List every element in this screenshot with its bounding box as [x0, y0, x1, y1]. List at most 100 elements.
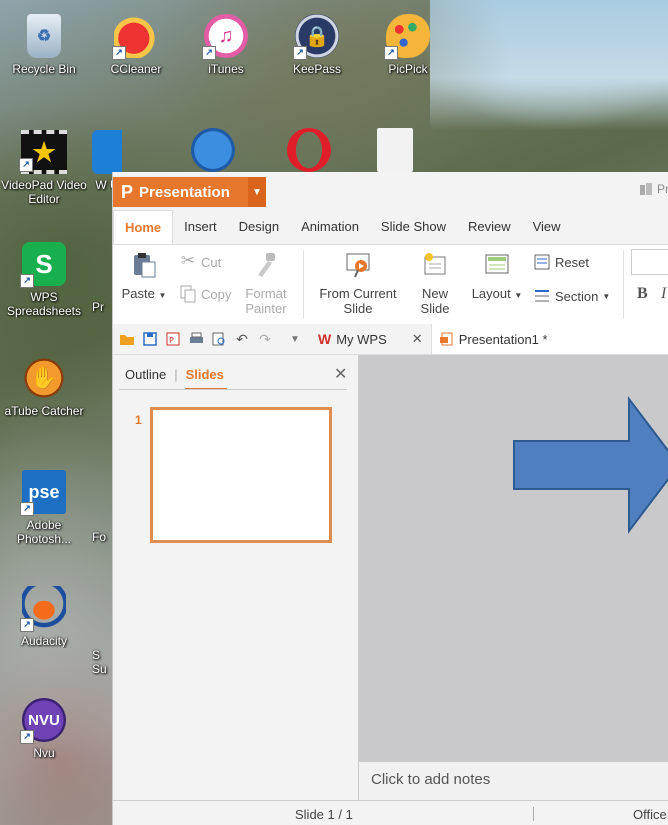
tab-presentation1-label: Presentation1 *	[458, 331, 548, 347]
app-menu-button[interactable]: P Presentation ▼	[113, 177, 266, 207]
paintbrush-icon	[258, 253, 275, 277]
desktop-icon-partial-su[interactable]: S Su	[92, 644, 112, 676]
tab-home[interactable]: Home	[113, 210, 174, 244]
desktop-icon-nvu[interactable]: NVU ↗ Nvu	[1, 698, 87, 760]
desktop-icon-label: Audacity	[20, 634, 68, 648]
wps-presentation-window: P Presentation ▼ Pr Home Insert Design A…	[112, 172, 668, 825]
copy-button[interactable]: Copy	[179, 285, 231, 303]
title-bar: P Presentation ▼ Pr	[113, 172, 668, 210]
desktop-icon-videopad[interactable]: ★ ↗ VideoPad Video Editor	[1, 130, 87, 206]
paste-button[interactable]: Paste ▼	[119, 251, 169, 303]
tab-outline[interactable]: Outline	[125, 367, 166, 382]
title-right: Pr	[639, 182, 668, 196]
wps-spreadsheets-icon: S ↗	[20, 242, 66, 288]
presentation-file-icon	[439, 332, 453, 346]
videopad-star-icon: ★ ↗	[19, 130, 67, 174]
italic-button[interactable]: I	[661, 285, 666, 303]
print-preview-icon[interactable]	[210, 330, 228, 348]
slide-editor-canvas[interactable]	[359, 355, 668, 765]
desktop-icon-keepass[interactable]: 🔒 ↗ KeePass	[274, 14, 360, 76]
tab-slide-show[interactable]: Slide Show	[370, 210, 457, 244]
slide-thumbnail[interactable]	[150, 407, 332, 543]
bird-icon	[191, 128, 235, 172]
font-name-select[interactable]	[631, 249, 668, 275]
undo-icon[interactable]: ↶	[233, 330, 251, 348]
close-panel-icon[interactable]: ✕	[334, 364, 347, 384]
app-menu-dropdown-icon[interactable]: ▼	[248, 177, 266, 207]
photoshop-elements-icon: pse ↗	[20, 470, 66, 516]
copy-label: Copy	[201, 286, 232, 302]
desktop-icon-label: Pr	[92, 300, 104, 314]
desktop-icon-opera[interactable]	[274, 128, 344, 172]
tab-animation[interactable]: Animation	[290, 210, 370, 244]
section-dropdown-icon[interactable]: ▼	[602, 289, 610, 304]
tab-review[interactable]: Review	[457, 210, 522, 244]
recycle-bin-icon: ♻	[27, 14, 61, 58]
desktop-icon-itunes[interactable]: ♫ ↗ iTunes	[183, 14, 269, 76]
reset-button[interactable]: Reset	[533, 253, 589, 271]
itunes-icon: ♫ ↗	[202, 14, 248, 60]
desktop-icon-label: Adobe Photosh...	[16, 518, 72, 546]
print-icon[interactable]	[187, 330, 205, 348]
ribbon-separator	[303, 251, 304, 319]
paste-icon	[134, 253, 156, 278]
desktop-icon-recycle-bin[interactable]: ♻ Recycle Bin	[1, 14, 87, 76]
desktop-icon-thunderbird[interactable]	[183, 128, 243, 172]
desktop-icon-audacity[interactable]: ↗ Audacity	[1, 586, 87, 648]
save-icon[interactable]	[141, 330, 159, 348]
layout-icon	[485, 254, 509, 274]
redo-icon[interactable]: ↷	[256, 330, 274, 348]
paste-dropdown-icon[interactable]: ▼	[158, 291, 166, 300]
desktop-icon-label: aTube Catcher	[4, 404, 84, 418]
export-pdf-icon[interactable]: P	[164, 330, 182, 348]
layout-button[interactable]: Layout ▼	[467, 251, 527, 303]
new-slide-icon	[424, 253, 446, 275]
desktop-icon-file[interactable]	[365, 128, 425, 172]
document-icon	[377, 128, 413, 172]
desktop-icon-label: VideoPad Video Editor	[1, 178, 87, 206]
title-right-label: Pr	[657, 182, 668, 196]
notes-pane[interactable]: Click to add notes	[359, 761, 668, 800]
tab-my-wps-label: My WPS	[336, 331, 387, 347]
cut-button[interactable]: ✂ Cut	[179, 251, 222, 271]
tab-design[interactable]: Design	[228, 210, 290, 244]
desktop-icon-partial-fo[interactable]: Fo	[92, 526, 112, 544]
desktop-icon-ccleaner[interactable]: ↗ CCleaner	[93, 14, 179, 76]
desktop-icon-label: PicPick	[388, 62, 428, 76]
customize-toolbar-dropdown-icon[interactable]: ▼	[286, 330, 304, 348]
app-title: Presentation	[139, 183, 230, 201]
cut-label: Cut	[201, 254, 222, 270]
desktop-icon-atube-catcher[interactable]: ✋ aTube Catcher	[1, 356, 87, 418]
section-button[interactable]: Section ▼	[533, 287, 610, 305]
desktop-icon-label: WPS Spreadsheets	[6, 290, 82, 318]
tab-view[interactable]: View	[522, 210, 572, 244]
tab-my-wps[interactable]: W My WPS ✕	[310, 324, 431, 354]
nvu-icon: NVU ↗	[20, 698, 66, 744]
open-folder-icon[interactable]	[118, 330, 136, 348]
ribbon-tab-bar: Home Insert Design Animation Slide Show …	[113, 210, 668, 244]
desktop-icon-wps-spreadsheets[interactable]: S ↗ WPS Spreadsheets	[1, 242, 87, 318]
desktop-icon-photoshop-elements[interactable]: pse ↗ Adobe Photosh...	[1, 470, 87, 546]
close-tab-icon[interactable]: ✕	[412, 331, 423, 347]
layout-dropdown-icon[interactable]: ▼	[514, 291, 522, 300]
status-bar: Slide 1 / 1 Office	[113, 800, 668, 825]
opera-icon	[287, 128, 331, 172]
from-current-slide-button[interactable]: From Current Slide	[312, 251, 404, 316]
svg-text:P: P	[169, 336, 174, 345]
desktop-icon-picpick[interactable]: ↗ PicPick	[365, 14, 451, 76]
palette-icon: ↗	[384, 14, 430, 60]
ccleaner-icon: ↗	[112, 14, 158, 60]
desktop-icon-partial-pr[interactable]: Pr	[92, 296, 112, 314]
desktop-icon-label: KeePass	[292, 62, 342, 76]
right-arrow-shape[interactable]	[513, 396, 668, 534]
tab-presentation1[interactable]: Presentation1 *	[430, 324, 668, 354]
reset-label: Reset	[555, 254, 589, 270]
tab-slides[interactable]: Slides	[186, 367, 224, 382]
status-theme-name: Office	[633, 807, 667, 822]
scissors-icon: ✂	[180, 251, 196, 270]
tab-insert[interactable]: Insert	[173, 210, 228, 244]
from-current-slide-label: From Current Slide	[319, 286, 397, 316]
new-slide-button[interactable]: New Slide	[409, 251, 461, 316]
format-painter-button[interactable]: Format Painter	[241, 251, 293, 316]
bold-button[interactable]: B	[637, 285, 648, 303]
